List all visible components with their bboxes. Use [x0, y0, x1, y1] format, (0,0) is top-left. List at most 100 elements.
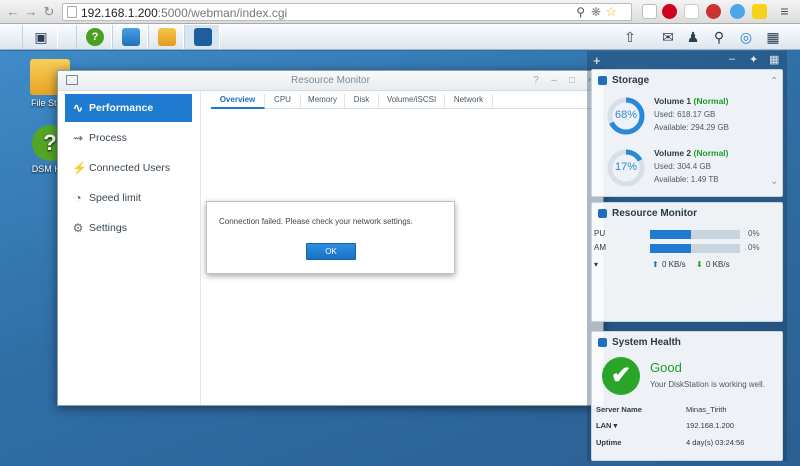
sidebar-item-connected-users[interactable]: ⚡ Connected Users: [65, 154, 192, 182]
upload-arrow-icon: ⬆: [652, 260, 659, 269]
sidebar-item-settings[interactable]: ⚙ Settings: [65, 214, 192, 242]
resource-monitor-button[interactable]: [184, 25, 220, 49]
browser-toolbar: ← → ↻ 192.168.1.200:5000/webman/index.cg…: [0, 0, 800, 24]
ok-button[interactable]: OK: [306, 243, 356, 260]
forward-icon[interactable]: →: [23, 4, 39, 20]
sidebar: ∿ Performance ⇝ Process ⚡ Connected User…: [58, 91, 201, 405]
notifications-icon[interactable]: ✉: [659, 28, 677, 46]
maximize-icon[interactable]: □: [566, 75, 578, 87]
widgets-icon[interactable]: ▦: [769, 53, 779, 66]
main-menu-button[interactable]: ▣: [22, 25, 58, 49]
chevron-up-icon[interactable]: ⌃: [770, 76, 778, 87]
volume-used: Used: 618.17 GB: [654, 110, 716, 119]
lan-dropdown[interactable]: LAN ▾: [596, 421, 617, 430]
checkmark-icon: ✔: [602, 357, 640, 395]
ram-bar: [650, 244, 740, 253]
opera-icon[interactable]: [662, 4, 677, 19]
chevron-down-icon[interactable]: ⌄: [770, 176, 778, 187]
resource-monitor-icon: [194, 28, 212, 46]
help-icon[interactable]: ?: [530, 75, 542, 87]
status-badge: (Normal): [693, 96, 729, 106]
extension-icon[interactable]: [706, 4, 721, 19]
grid-icon: ▣: [34, 29, 48, 45]
volume-1: 68% Volume 1 (Normal) Used: 618.17 GB Av…: [606, 96, 782, 140]
resource-monitor-icon: [598, 209, 607, 218]
uptime-label: Uptime: [596, 438, 622, 447]
tab-overview[interactable]: Overview: [211, 94, 265, 109]
pin-icon[interactable]: ❋: [591, 5, 601, 19]
tab-network[interactable]: Network: [445, 94, 493, 109]
cloud-icon[interactable]: [730, 4, 745, 19]
file-station-button[interactable]: [148, 25, 184, 49]
cpu-label: PU: [594, 229, 606, 238]
resource-monitor-widget: Resource Monitor PU 0% AM 0% ▾ ⬆ 0 KB/s …: [591, 202, 783, 322]
back-icon[interactable]: ←: [5, 4, 21, 20]
page-icon: [67, 6, 77, 18]
sidebar-item-label: Speed limit: [89, 192, 141, 204]
tab-disk[interactable]: Disk: [345, 94, 379, 109]
control-panel-icon: [122, 28, 140, 46]
server-name-label: Server Name: [596, 405, 642, 414]
health-icon: [598, 338, 607, 347]
widget-title: System Health: [612, 337, 681, 348]
dsm-taskbar: ▣ ? ⇧ ✉ ♟ ⚲ ◎ ▦: [0, 24, 800, 50]
lan-value: 192.168.1.200: [686, 421, 734, 430]
widget-title: Storage: [612, 75, 650, 86]
sidebar-item-process[interactable]: ⇝ Process: [65, 124, 192, 152]
extension-icon[interactable]: [684, 4, 699, 19]
widget-title: Resource Monitor: [612, 208, 698, 219]
pin-icon[interactable]: ✦: [749, 53, 758, 66]
bookmark-star-icon[interactable]: ☆: [605, 4, 617, 20]
upload-icon[interactable]: ⇧: [621, 28, 639, 46]
address-bar[interactable]: 192.168.1.200:5000/webman/index.cgi ⚲ ❋ …: [62, 3, 632, 21]
search-icon[interactable]: ⚲: [710, 28, 728, 46]
health-message: Your DiskStation is working well.: [650, 380, 765, 389]
volume-label: Volume 1: [654, 96, 692, 106]
speedometer-icon: ◔: [74, 191, 82, 205]
zoom-icon[interactable]: ⚲: [576, 5, 585, 19]
upload-speed: 0 KB/s: [662, 260, 686, 269]
dashboard-icon[interactable]: ◎: [737, 28, 755, 46]
volume-label: Volume 2: [654, 148, 692, 158]
download-speed: 0 KB/s: [706, 260, 730, 269]
sidebar-item-label: Connected Users: [89, 162, 171, 174]
minimize-icon[interactable]: –: [548, 75, 560, 87]
window-titlebar[interactable]: Resource Monitor ? – □ ×: [58, 71, 603, 91]
storage-widget: Storage ⌃ 68% Volume 1 (Normal) Used: 61…: [591, 69, 783, 197]
tab-cpu[interactable]: CPU: [265, 94, 301, 109]
plug-icon: ⚡: [72, 161, 87, 175]
add-widget-icon[interactable]: +: [593, 53, 601, 68]
volume-name: Volume 2 (Normal): [654, 148, 729, 158]
reload-icon[interactable]: ↻: [41, 4, 57, 20]
widgets-toolbar: + – ✦ ▦: [587, 51, 787, 69]
menu-icon[interactable]: ≡: [777, 4, 792, 19]
minimize-icon[interactable]: –: [729, 53, 735, 65]
volume-used: Used: 304.4 GB: [654, 162, 711, 171]
sidebar-item-speed-limit[interactable]: ◔ Speed limit: [65, 184, 192, 212]
cpu-row: PU 0%: [592, 229, 782, 241]
sidebar-item-performance[interactable]: ∿ Performance: [65, 94, 192, 122]
sidebar-item-label: Performance: [89, 102, 154, 114]
storage-icon: [598, 76, 607, 85]
uptime-value: 4 day(s) 03:24:56: [686, 438, 745, 447]
extension-icon[interactable]: [642, 4, 657, 19]
network-dropdown-icon[interactable]: ▾: [594, 260, 598, 269]
user-icon[interactable]: ♟: [684, 28, 702, 46]
dsm-help-button[interactable]: ?: [76, 25, 112, 49]
chevron-down-icon: ▾: [613, 421, 618, 430]
tab-memory[interactable]: Memory: [301, 94, 345, 109]
volume-available: Available: 1.49 TB: [654, 175, 719, 184]
extension-icon[interactable]: [752, 4, 767, 19]
usage-percent: 17%: [614, 161, 638, 173]
download-arrow-icon: ⬇: [696, 260, 703, 269]
lan-label: LAN: [596, 421, 612, 430]
health-status: Good: [650, 360, 682, 375]
tab-volume-iscsi[interactable]: Volume/iSCSI: [379, 94, 445, 109]
help-icon: ?: [86, 28, 104, 46]
cpu-bar-fill: [650, 230, 691, 239]
tab-bar: Overview CPU Memory Disk Volume/iSCSI Ne…: [211, 91, 591, 109]
widgets-icon[interactable]: ▦: [764, 28, 782, 46]
sidebar-item-label: Settings: [89, 222, 127, 234]
control-panel-button[interactable]: [112, 25, 148, 49]
server-name-value: Minas_Tirith: [686, 405, 727, 414]
